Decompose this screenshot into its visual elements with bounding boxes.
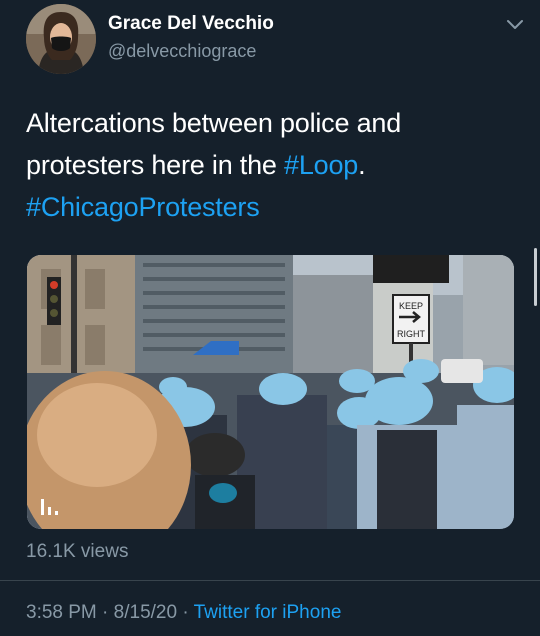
- author-name[interactable]: Grace Del Vecchio: [108, 13, 274, 35]
- tweet-video[interactable]: KEEP RIGHT: [27, 255, 514, 529]
- scrollbar[interactable]: [534, 248, 537, 306]
- hashtag-chicago-protesters[interactable]: #ChicagoProtesters: [26, 186, 506, 228]
- avatar[interactable]: [26, 4, 96, 74]
- video-stats-icon: [39, 497, 61, 517]
- tweet-date[interactable]: 8/15/20: [114, 602, 177, 623]
- tweet-header: Grace Del Vecchio @delvecchiograce: [26, 4, 526, 74]
- meta-separator: ·: [177, 602, 194, 623]
- tweet-meta: 3:58 PM · 8/15/20 · Twitter for iPhone: [26, 602, 341, 624]
- keep-right-sign-top: KEEP: [399, 301, 423, 311]
- hashtag-loop[interactable]: #Loop: [284, 150, 358, 180]
- tweet-source[interactable]: Twitter for iPhone: [194, 602, 342, 623]
- author-handle[interactable]: @delvecchiograce: [108, 41, 256, 62]
- tweet-text-suffix: .: [358, 150, 366, 180]
- divider: [0, 580, 540, 581]
- view-count: 16.1K views: [26, 541, 129, 562]
- tweet-text-line1: Altercations between police and: [26, 108, 402, 138]
- keep-right-sign-bottom: RIGHT: [397, 329, 426, 339]
- tweet-text-prefix: protesters here in the: [26, 150, 285, 180]
- meta-separator: ·: [96, 602, 114, 623]
- tweet-text: Altercations between police and proteste…: [26, 102, 506, 228]
- tweet-time[interactable]: 3:58 PM: [26, 602, 97, 623]
- tweet: Grace Del Vecchio @delvecchiograce Alter…: [0, 0, 540, 636]
- chevron-down-icon[interactable]: [504, 14, 526, 36]
- tweet-text-line2: protesters here in the #Loop.: [26, 144, 506, 186]
